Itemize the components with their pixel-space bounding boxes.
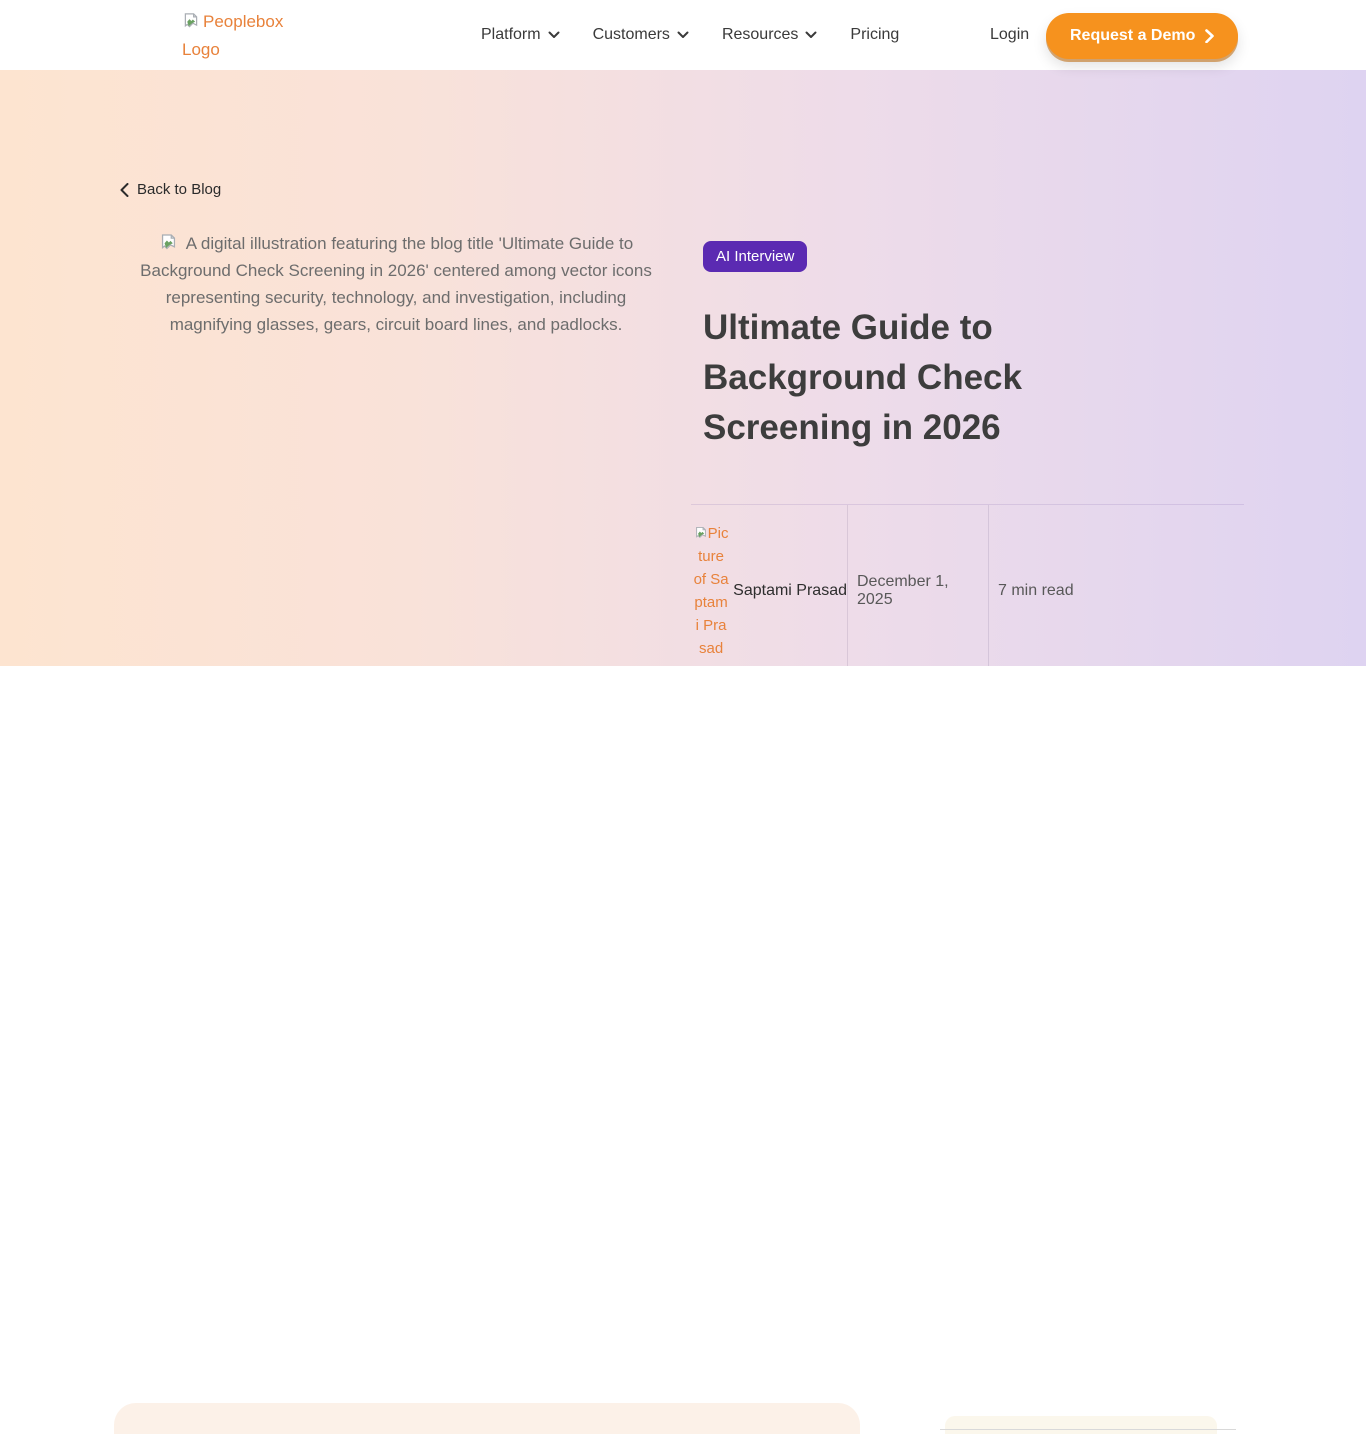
read-time: 7 min read [989,505,1074,676]
content-section [0,666,1366,768]
category-badge[interactable]: AI Interview [703,241,807,272]
featured-image-alt-text: A digital illustration featuring the blo… [140,234,652,334]
sidebar-divider [940,1429,1236,1430]
nav-item-resources[interactable]: Resources [722,26,817,44]
nav-label: Customers [593,26,670,44]
login-link[interactable]: Login [990,0,1029,70]
request-demo-button[interactable]: Request a Demo [1046,13,1238,59]
author-name: Saptami Prasad [733,582,847,600]
nav-item-pricing[interactable]: Pricing [850,26,899,44]
hero-section: Back to Blog A digital illustration feat… [0,70,1366,666]
featured-image-broken: A digital illustration featuring the blo… [123,230,669,338]
author-avatar-broken: Picture of Saptami Prasad [693,522,729,660]
request-demo-label: Request a Demo [1070,27,1195,45]
nav-item-customers[interactable]: Customers [593,26,689,44]
chevron-down-icon [677,31,689,39]
article-title: Ultimate Guide to Background Check Scree… [703,303,1113,453]
chevron-left-icon [120,183,129,197]
chevron-down-icon [805,31,817,39]
article-meta: Picture of Saptami Prasad Saptami Prasad… [691,504,1244,676]
logo-link[interactable]: Peoplebox Logo [182,8,294,64]
author-avatar-alt-text: Picture of Saptami Prasad [694,525,729,657]
broken-image-icon [182,12,200,30]
nav-label: Pricing [850,26,899,44]
chevron-right-icon [1205,29,1214,43]
sidebar-card [945,1416,1217,1434]
nav-label: Resources [722,26,798,44]
article-content-card [114,1403,860,1434]
nav-item-platform[interactable]: Platform [481,26,560,44]
nav-label: Platform [481,26,541,44]
main-nav: Platform Customers Resources Pricing [481,0,899,70]
chevron-down-icon [548,31,560,39]
author-block: Picture of Saptami Prasad Saptami Prasad [691,505,847,676]
back-to-blog-label: Back to Blog [137,181,221,198]
publish-date: December 1, 2025 [848,505,988,676]
back-to-blog-link[interactable]: Back to Blog [120,181,221,198]
site-header: Peoplebox Logo Platform Customers Resour… [0,0,1366,70]
broken-image-icon [159,233,178,252]
broken-image-icon [694,526,708,540]
